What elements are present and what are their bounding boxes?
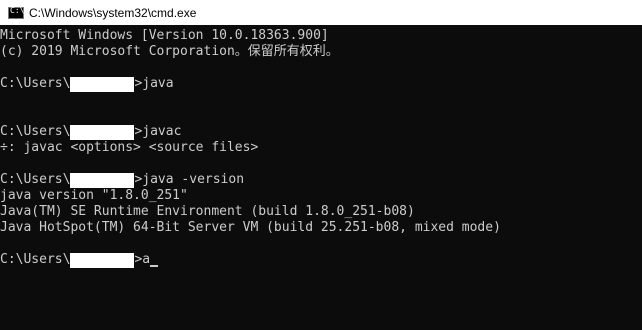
title-bar[interactable]: C:\ C:\Windows\system32\cmd.exe [0,0,642,25]
window-title: C:\Windows\system32\cmd.exe [29,5,197,20]
redacted-username [70,172,135,188]
prompt-suffix: > [134,124,143,139]
output-text: Java HotSpot(TM) 64-Bit Server VM (build… [0,220,501,235]
output-line: java version "1.8.0_251" [0,188,642,204]
command-text: javac [142,124,182,139]
output-text: Java(TM) SE Runtime Environment (build 1… [0,204,415,219]
prompt-suffix: > [134,252,143,267]
output-line: Java(TM) SE Runtime Environment (build 1… [0,204,642,220]
copyright-line: (c) 2019 Microsoft Corporation。保留所有权利。 [0,44,642,60]
prompt-suffix: > [134,172,143,187]
redacted-username [70,252,135,268]
active-prompt-line[interactable]: C:\Users\ > a [0,252,642,268]
cmd-console-icon: C:\ [8,6,24,19]
prompt-prefix: C:\Users\ [0,252,71,267]
output-line: ÷: javac <options> <source files> [0,140,642,156]
banner-line: Microsoft Windows [Version 10.0.18363.90… [0,28,642,44]
redacted-username [70,124,135,140]
output-text: java version "1.8.0_251" [0,188,188,203]
prompt-line: C:\Users\ > java -version [0,172,642,188]
command-text: java [142,76,174,91]
prompt-prefix: C:\Users\ [0,124,71,139]
copyright-text: (c) 2019 Microsoft Corporation。保留所有权利。 [0,44,339,59]
prompt-line: C:\Users\ > javac [0,124,642,140]
cmd-window: C:\ C:\Windows\system32\cmd.exe Microsof… [0,0,642,330]
output-line: Java HotSpot(TM) 64-Bit Server VM (build… [0,220,642,236]
prompt-prefix: C:\Users\ [0,172,71,187]
text-cursor [150,265,159,267]
prompt-suffix: > [134,76,143,91]
current-input[interactable]: a [142,252,150,268]
redacted-username [70,76,135,92]
console-output[interactable]: Microsoft Windows [Version 10.0.18363.90… [0,28,642,330]
prompt-prefix: C:\Users\ [0,76,71,91]
command-text: java -version [142,172,245,187]
output-text: ÷: javac <options> <source files> [0,140,259,155]
banner-text: Microsoft Windows [Version 10.0.18363.90… [0,28,329,43]
prompt-line: C:\Users\ > java [0,76,642,92]
